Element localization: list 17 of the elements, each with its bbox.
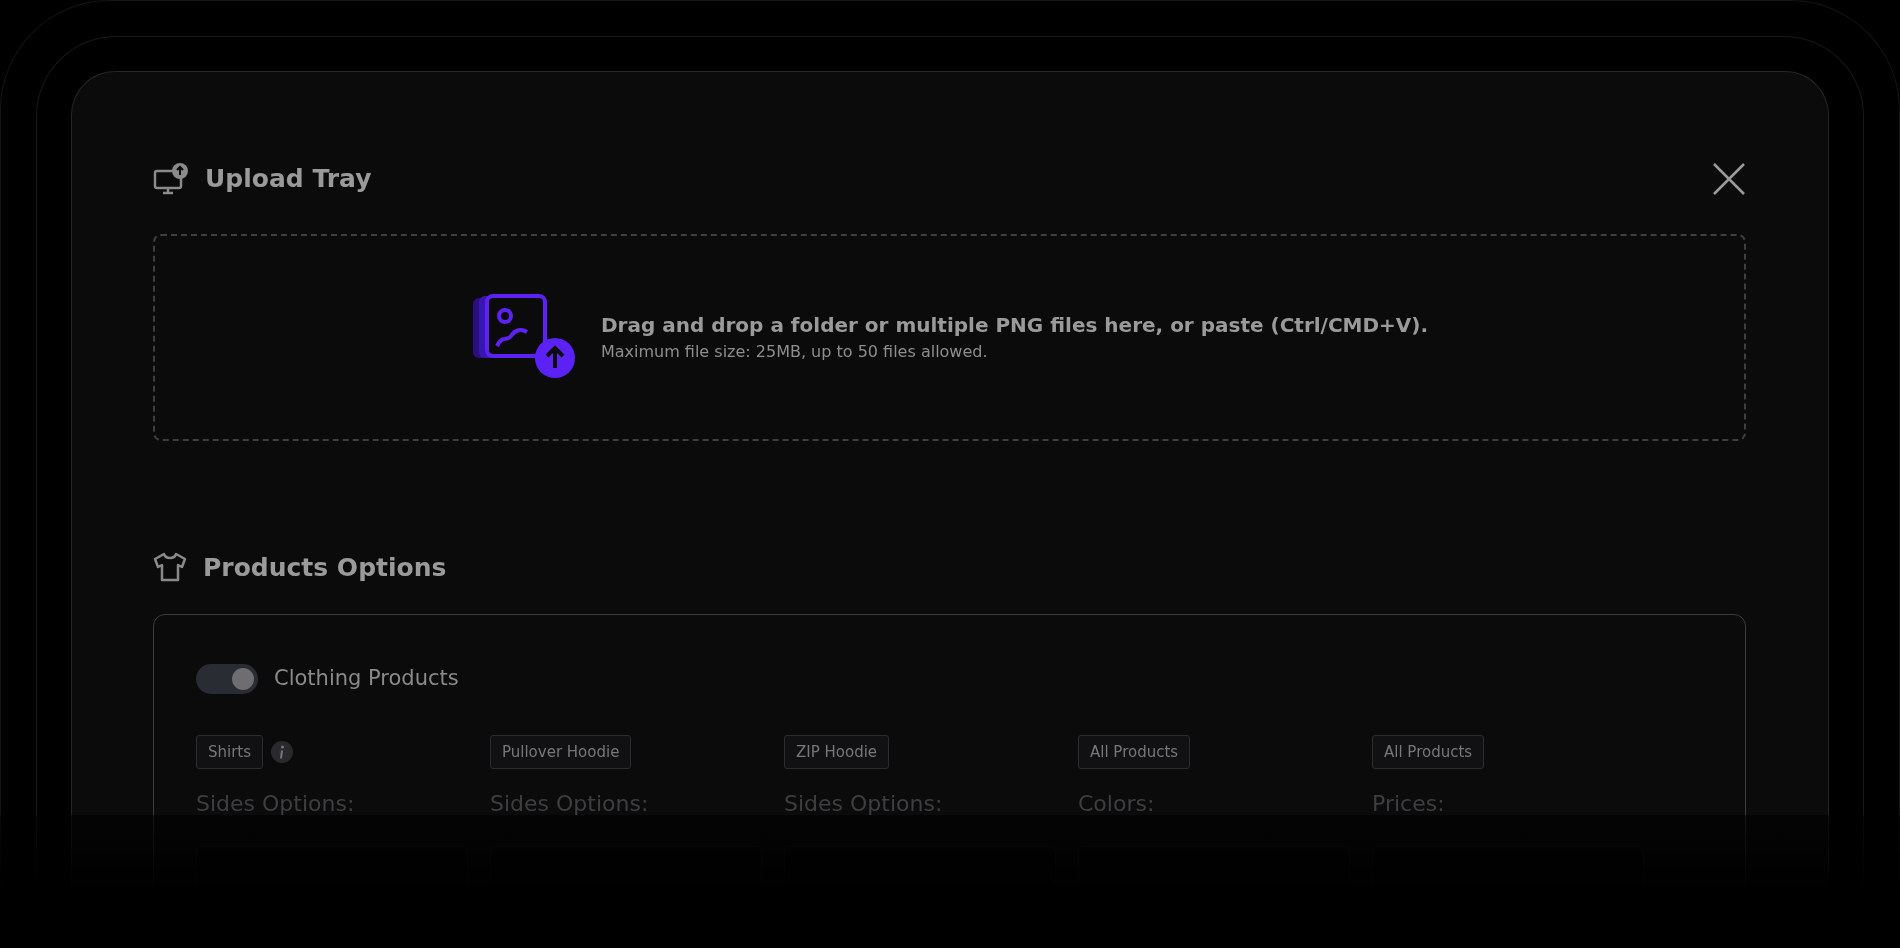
file-limit-hint: Maximum file size: 25MB, up to 50 files allowed.	[600, 341, 989, 363]
monitor-upload-icon	[153, 161, 189, 196]
product-tag: Shirts	[196, 734, 264, 769]
drop-zone[interactable]: Drag and drop a folder or multiple PNG files here, or paste (Ctrl/CMD+V). Maximum file size: 25MB, up to 50 files allowed.	[153, 233, 1746, 441]
info-icon[interactable]	[271, 740, 294, 763]
toggle-label: Clothing Products	[274, 665, 459, 692]
product-tag: All Products	[1372, 734, 1485, 769]
section-title: Upload Tray	[205, 163, 372, 195]
tshirt-icon	[153, 552, 187, 583]
toggle-switch[interactable]	[196, 663, 258, 694]
product-tag: ZIP Hoodie	[784, 734, 890, 769]
section-title: Products Options	[203, 551, 447, 584]
product-tag: All Products	[1078, 734, 1191, 769]
product-tag: Pullover Hoodie	[490, 734, 632, 769]
drop-instructions: Drag and drop a folder or multiple PNG files here, or paste (Ctrl/CMD+V).	[600, 312, 1429, 339]
close-icon[interactable]	[1712, 161, 1746, 196]
image-upload-icon	[470, 294, 577, 380]
